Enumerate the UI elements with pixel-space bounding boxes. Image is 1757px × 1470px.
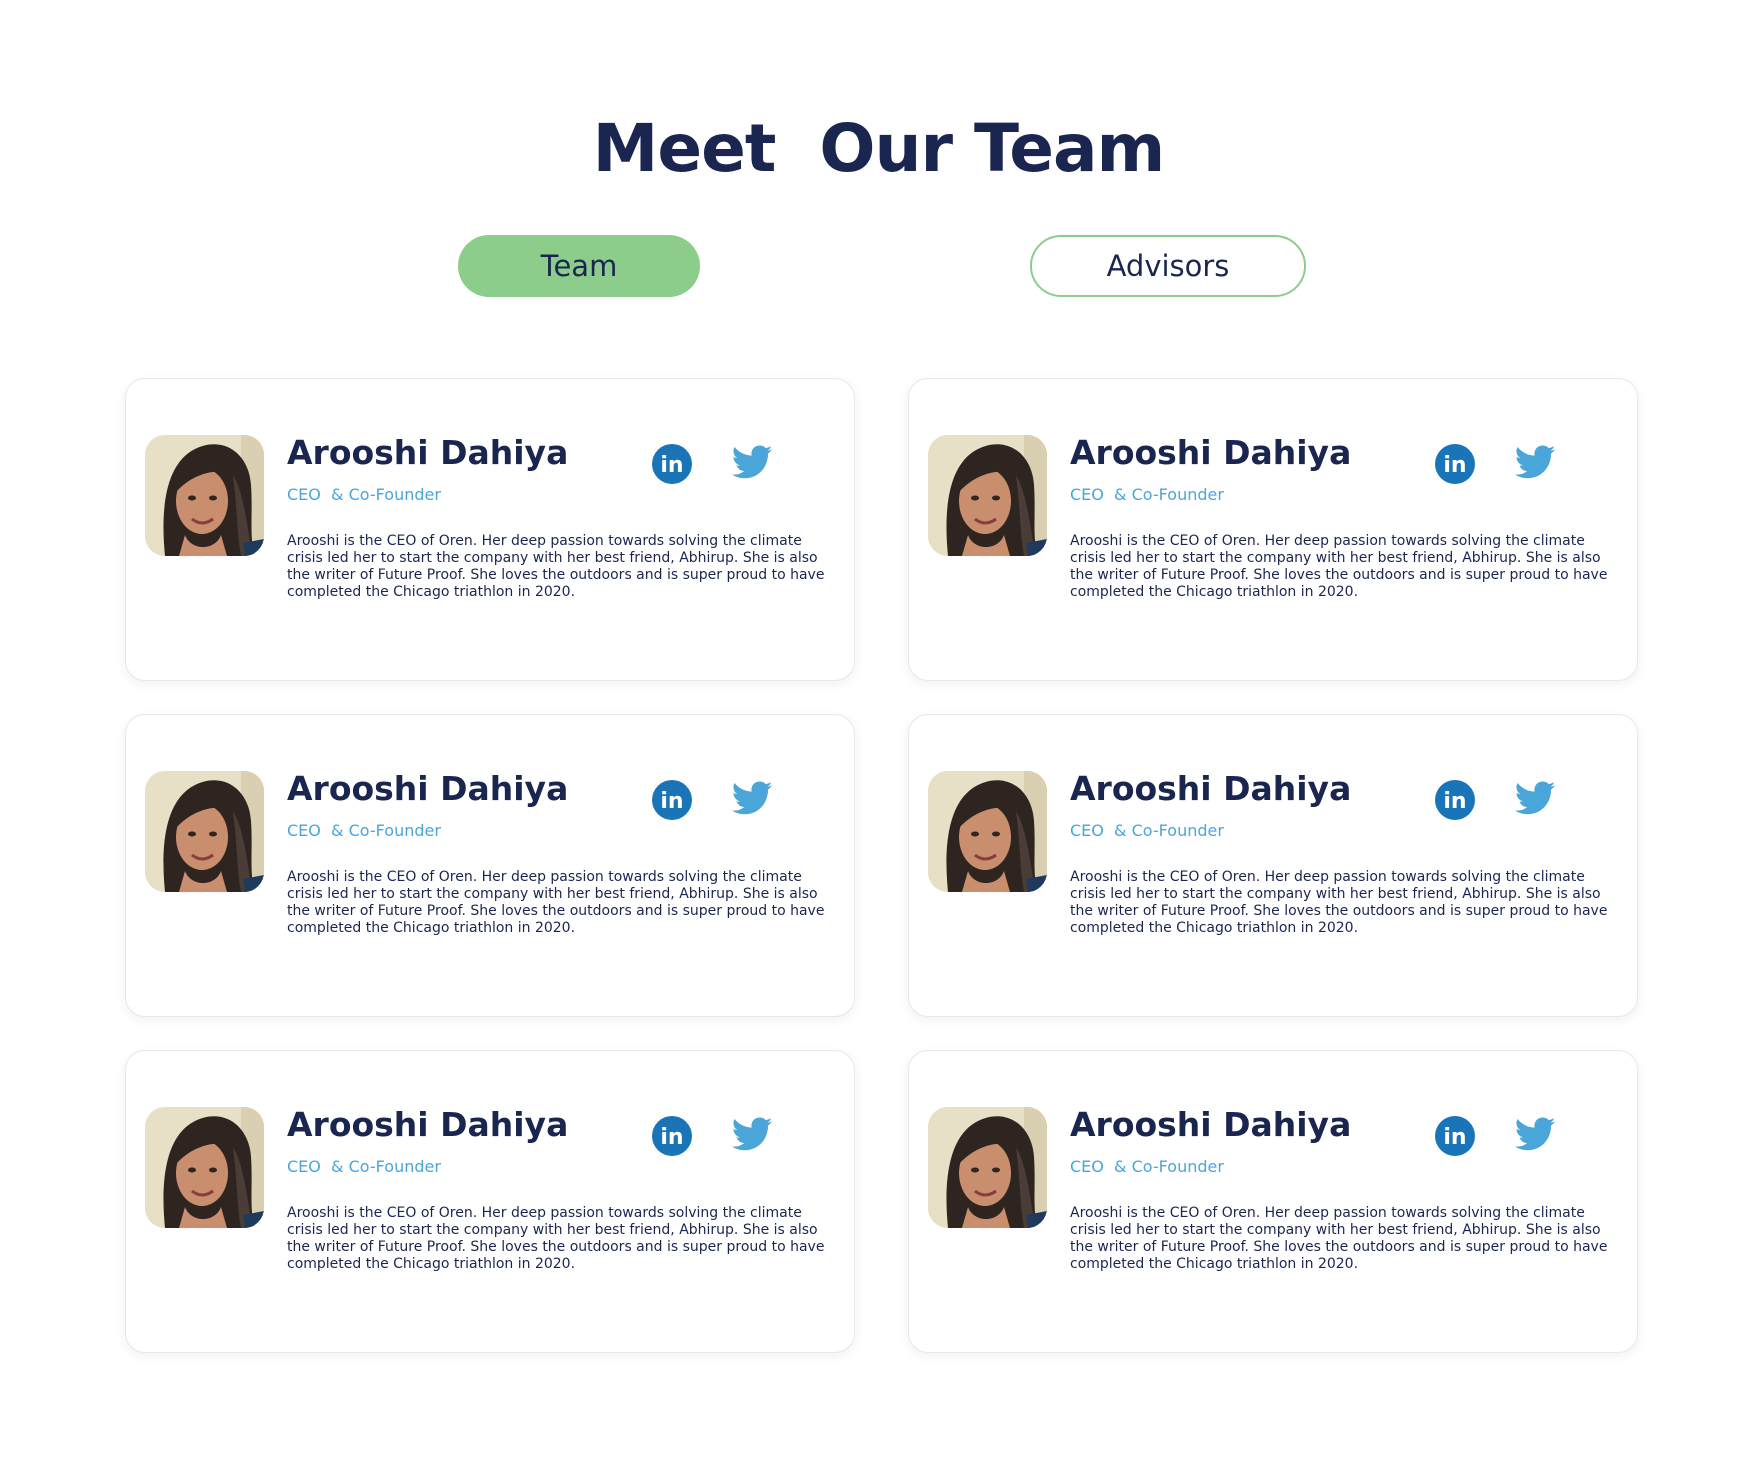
team-member-card: Arooshi Dahiya CEO & Co-Founder in Aroos… <box>125 1050 855 1353</box>
linkedin-link[interactable]: in <box>1433 441 1477 485</box>
linkedin-icon: in <box>1435 1116 1475 1156</box>
member-name: Arooshi Dahiya <box>1070 1105 1352 1144</box>
tab-team-label: Team <box>540 249 618 283</box>
member-role: CEO & Co-Founder <box>1070 485 1224 504</box>
twitter-link[interactable] <box>730 441 774 485</box>
team-member-card: Arooshi Dahiya CEO & Co-Founder in Aroos… <box>908 378 1638 681</box>
member-role: CEO & Co-Founder <box>287 1157 441 1176</box>
linkedin-icon: in <box>652 444 692 484</box>
linkedin-icon: in <box>1435 444 1475 484</box>
avatar <box>928 771 1047 892</box>
member-bio: Arooshi is the CEO of Oren. Her deep pas… <box>287 869 825 936</box>
twitter-icon <box>731 781 773 815</box>
team-member-card: Arooshi Dahiya CEO & Co-Founder in Aroos… <box>125 714 855 1017</box>
twitter-link[interactable] <box>730 1113 774 1157</box>
team-member-card: Arooshi Dahiya CEO & Co-Founder in Aroos… <box>908 1050 1638 1353</box>
twitter-link[interactable] <box>730 777 774 821</box>
member-bio: Arooshi is the CEO of Oren. Her deep pas… <box>1070 869 1608 936</box>
page-title: Meet Our Team <box>592 110 1166 188</box>
tab-advisors[interactable]: Advisors <box>1030 235 1306 297</box>
team-member-card: Arooshi Dahiya CEO & Co-Founder in Aroos… <box>908 714 1638 1017</box>
svg-text:in: in <box>660 1125 683 1150</box>
member-bio: Arooshi is the CEO of Oren. Her deep pas… <box>1070 1205 1608 1272</box>
twitter-icon <box>731 1117 773 1151</box>
member-name: Arooshi Dahiya <box>287 769 569 808</box>
twitter-link[interactable] <box>1513 777 1557 821</box>
linkedin-link[interactable]: in <box>650 777 694 821</box>
member-name: Arooshi Dahiya <box>287 1105 569 1144</box>
avatar <box>928 435 1047 556</box>
twitter-link[interactable] <box>1513 441 1557 485</box>
linkedin-link[interactable]: in <box>650 441 694 485</box>
avatar <box>145 771 264 892</box>
member-bio: Arooshi is the CEO of Oren. Her deep pas… <box>287 533 825 600</box>
member-role: CEO & Co-Founder <box>287 485 441 504</box>
twitter-icon <box>1514 1117 1556 1151</box>
linkedin-link[interactable]: in <box>650 1113 694 1157</box>
twitter-icon <box>731 445 773 479</box>
member-bio: Arooshi is the CEO of Oren. Her deep pas… <box>1070 533 1608 600</box>
member-role: CEO & Co-Founder <box>287 821 441 840</box>
team-grid: Arooshi Dahiya CEO & Co-Founder in Aroos… <box>125 378 1638 1353</box>
member-bio: Arooshi is the CEO of Oren. Her deep pas… <box>287 1205 825 1272</box>
svg-text:in: in <box>660 453 683 478</box>
linkedin-icon: in <box>652 780 692 820</box>
tab-advisors-label: Advisors <box>1106 249 1230 283</box>
svg-text:in: in <box>1443 789 1466 814</box>
avatar <box>928 1107 1047 1228</box>
member-name: Arooshi Dahiya <box>1070 433 1352 472</box>
member-name: Arooshi Dahiya <box>287 433 569 472</box>
tab-team[interactable]: Team <box>458 235 700 297</box>
svg-text:in: in <box>1443 453 1466 478</box>
member-role: CEO & Co-Founder <box>1070 821 1224 840</box>
avatar <box>145 1107 264 1228</box>
avatar <box>145 435 264 556</box>
twitter-icon <box>1514 445 1556 479</box>
svg-text:in: in <box>1443 1125 1466 1150</box>
twitter-icon <box>1514 781 1556 815</box>
linkedin-link[interactable]: in <box>1433 1113 1477 1157</box>
linkedin-icon: in <box>652 1116 692 1156</box>
svg-text:in: in <box>660 789 683 814</box>
member-name: Arooshi Dahiya <box>1070 769 1352 808</box>
twitter-link[interactable] <box>1513 1113 1557 1157</box>
linkedin-icon: in <box>1435 780 1475 820</box>
member-role: CEO & Co-Founder <box>1070 1157 1224 1176</box>
team-member-card: Arooshi Dahiya CEO & Co-Founder in Aroos… <box>125 378 855 681</box>
linkedin-link[interactable]: in <box>1433 777 1477 821</box>
